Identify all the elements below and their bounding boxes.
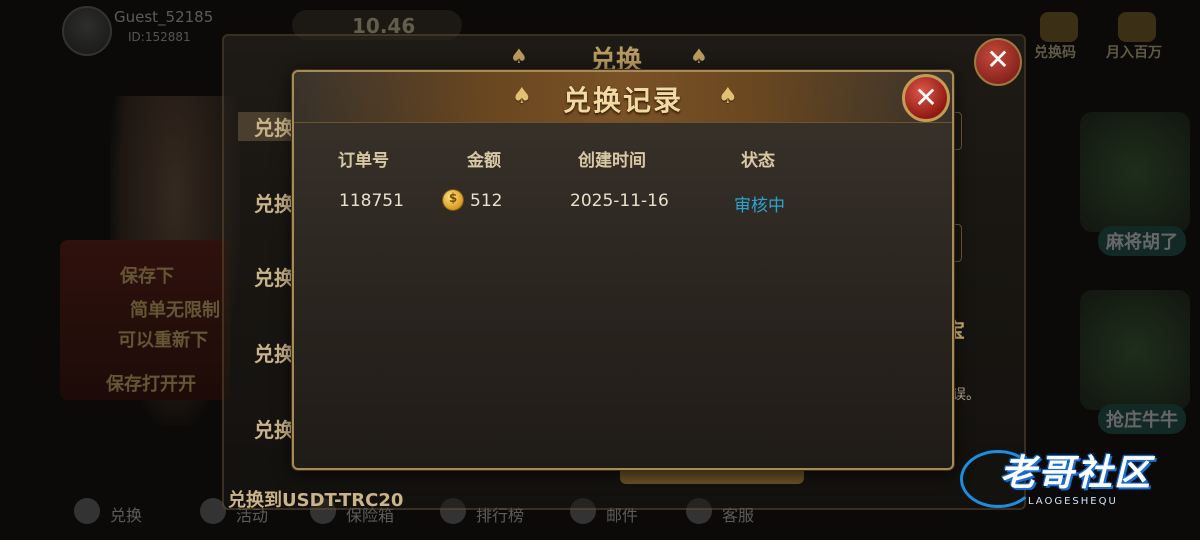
monthly-income-label: 月入百万	[1106, 45, 1162, 61]
watermark-subtext: LAOGESHEQU	[1028, 496, 1118, 507]
exchange-tab[interactable]: 兑换	[254, 262, 294, 291]
exchange-tab[interactable]: 兑换	[254, 188, 294, 217]
column-header-status: 状态	[741, 151, 775, 171]
close-icon: ✕	[914, 81, 938, 114]
game-tile-niuniu[interactable]	[1080, 290, 1190, 410]
avatar[interactable]	[62, 6, 112, 56]
spade-icon: ♠	[718, 84, 738, 109]
spade-icon: ♠	[510, 44, 528, 68]
column-header-order-no: 订单号	[338, 151, 389, 171]
exchange-tab[interactable]: 兑换	[254, 414, 294, 443]
promo-line: 保存打开开	[106, 374, 196, 395]
dialog-title: 兑换记录	[562, 84, 683, 117]
promo-line: 保存下	[120, 266, 174, 287]
player-name: Guest_52185	[114, 8, 214, 26]
coin-icon: $	[443, 190, 463, 210]
redeem-code-label: 兑换码	[1034, 45, 1076, 61]
exchange-usdt-label: 兑换到USDT-TRC20	[228, 490, 404, 511]
exchange-records-dialog: ♠ 兑换记录 ♠	[292, 70, 954, 470]
column-header-amount: 金额	[467, 151, 501, 171]
exchange-hint: 误。	[952, 387, 980, 403]
redeem-code-icon[interactable]	[1040, 12, 1078, 42]
player-id: ID:152881	[128, 30, 191, 44]
promo-line: 可以重新下	[118, 330, 208, 351]
watermark-text: 老哥社区	[1000, 453, 1153, 494]
order-created-date: 2025-11-16	[570, 191, 669, 211]
order-status: 审核中	[734, 196, 785, 216]
order-number: 118751	[339, 191, 404, 211]
order-amount: 512	[470, 191, 503, 211]
dialog-header: ♠ 兑换记录 ♠	[294, 72, 952, 123]
watermark-logo: 老哥社区 LAOGESHEQU	[960, 444, 1190, 514]
game-label-niuniu: 抢庄牛牛	[1098, 404, 1186, 434]
spade-icon: ♠	[690, 44, 708, 68]
nav-item-exchange[interactable]: 兑换	[110, 502, 142, 526]
exchange-panel-close-button[interactable]: ✕	[974, 38, 1022, 86]
dialog-close-button[interactable]: ✕	[902, 74, 950, 122]
column-header-created-time: 创建时间	[578, 151, 646, 171]
monthly-income-icon[interactable]	[1118, 12, 1156, 42]
close-icon: ✕	[986, 43, 1010, 76]
exchange-tab[interactable]: 兑换	[254, 338, 294, 367]
promo-line: 简单无限制	[130, 300, 220, 321]
exchange-nav-icon[interactable]	[74, 498, 100, 524]
game-tile-mahjong[interactable]	[1080, 112, 1190, 232]
game-label-mahjong: 麻将胡了	[1098, 226, 1186, 256]
